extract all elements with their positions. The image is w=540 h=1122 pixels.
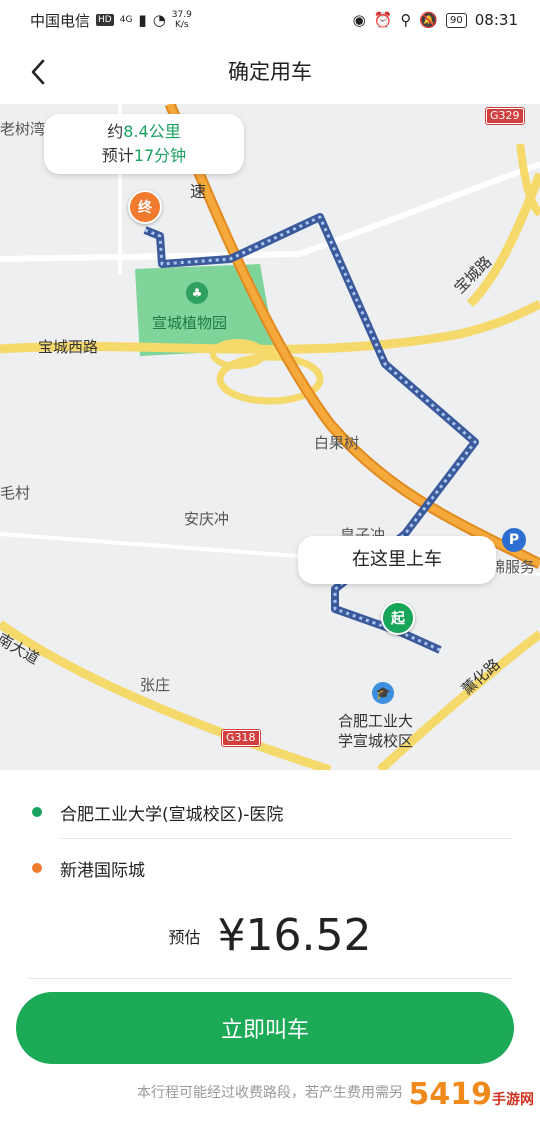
hd-badge: HD — [96, 14, 114, 26]
map-canvas — [0, 104, 540, 770]
nav-bar: 确定用车 — [0, 40, 540, 104]
network-type: 4G — [119, 15, 133, 25]
pickup-bubble[interactable]: 在这里上车 — [298, 536, 496, 584]
network-speed: 37.9 K/s — [171, 10, 192, 30]
map-label: 安庆冲 — [184, 510, 230, 528]
alarm-icon: ⏰ — [373, 11, 393, 29]
duration-value: 17分钟 — [133, 146, 187, 165]
clock: 08:31 — [474, 11, 518, 29]
origin-row[interactable]: 合肥工业大学(宣城校区)-医院 — [32, 784, 518, 840]
signal-icon: ▮ — [138, 11, 147, 29]
route-map[interactable]: G329 G318 老树湾 速 宝城路 宣城植物园 宝城西路 白果树 毛村 安庆… — [0, 104, 540, 770]
wifi-icon: ◔ — [152, 11, 166, 29]
mute-icon: 🔕 — [419, 11, 439, 29]
origin-marker[interactable]: 起 — [381, 601, 415, 635]
parking-icon: P — [502, 528, 526, 552]
destination-marker[interactable]: 终 — [128, 190, 162, 224]
distance-value: 8.4公里 — [123, 122, 181, 141]
destination-dot — [32, 863, 42, 873]
route-info-bubble: 约8.4公里 预计17分钟 — [44, 114, 244, 174]
divider — [28, 978, 512, 979]
destination-address: 新港国际城 — [60, 860, 145, 881]
map-label: 老树湾 — [0, 120, 46, 138]
map-label: 合肥工业大 — [338, 712, 414, 730]
map-label: 宣城植物园 — [152, 314, 228, 332]
eye-icon: ◉ — [352, 11, 366, 29]
map-label: 毛村 — [0, 484, 31, 502]
map-label: 白果树 — [314, 434, 360, 452]
fare-price: ¥16.52 — [217, 910, 372, 961]
divider — [60, 838, 512, 839]
fare-estimate: 预估 ¥16.52 — [0, 910, 540, 961]
map-label: 速 — [190, 182, 207, 201]
map-label: 锦服务 — [490, 558, 536, 576]
map-label: 张庄 — [140, 676, 171, 694]
location-icon: ⚲ — [400, 11, 412, 29]
destination-row[interactable]: 新港国际城 — [32, 840, 518, 896]
call-car-button[interactable]: 立即叫车 — [16, 992, 514, 1064]
tree-icon: ♣ — [186, 282, 208, 304]
map-label: 宝城西路 — [38, 338, 99, 356]
carrier-label: 中国电信 — [30, 11, 91, 30]
status-bar: 中国电信 HD 4G ▮ ◔ 37.9 K/s ◉ ⏰ ⚲ 🔕 90 08:31 — [0, 0, 540, 40]
trip-panel: 合肥工业大学(宣城校区)-医院 新港国际城 预估 ¥16.52 立即叫车 本行程… — [0, 770, 540, 1122]
map-label: 学宣城校区 — [338, 732, 414, 750]
origin-address: 合肥工业大学(宣城校区)-医院 — [60, 804, 284, 825]
origin-dot — [32, 807, 42, 817]
battery-indicator: 90 — [446, 12, 467, 28]
watermark: 5419手游网 — [408, 1077, 535, 1112]
page-title: 确定用车 — [228, 60, 312, 84]
road-shield-g318: G318 — [221, 729, 261, 747]
school-icon: 🎓 — [372, 682, 394, 704]
estimate-label: 预估 — [168, 927, 201, 947]
road-shield-g329: G329 — [485, 107, 525, 125]
